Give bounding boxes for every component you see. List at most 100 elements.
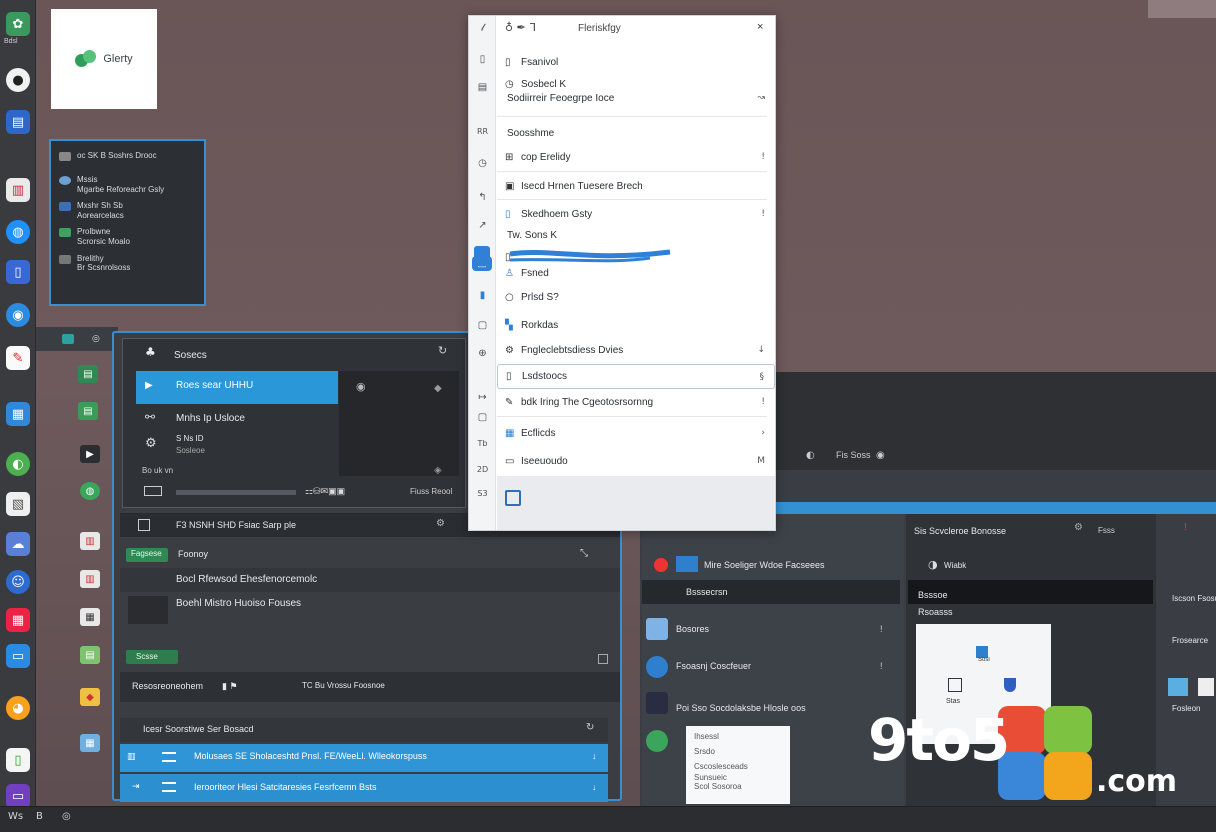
menu-item[interactable]: Sodiirreir Feoegrpe Ioce ↝ — [507, 90, 765, 106]
list-row[interactable]: Foonoy — [178, 549, 208, 559]
firefox-icon[interactable]: ◕ — [6, 696, 30, 720]
bluetooth-icon[interactable]: ◐ — [806, 450, 815, 461]
popover-item[interactable]: Srsdo — [694, 747, 782, 756]
close-icon[interactable]: × — [757, 21, 763, 33]
play-icon[interactable]: ▶ — [80, 445, 100, 463]
refresh-icon[interactable]: ↻ — [586, 722, 594, 733]
search-icon[interactable]: ⊕ — [475, 346, 490, 361]
terminal-icon[interactable]: ▭ — [6, 784, 30, 808]
eye-icon[interactable]: ◉ — [356, 380, 366, 393]
doc-icon[interactable]: ▢ — [475, 410, 490, 425]
menu-item[interactable]: ✎ bdk Iring The Cgeotosrsornng! — [505, 391, 765, 413]
row-label[interactable]: S Ns ID — [176, 434, 204, 443]
back-arrow-icon[interactable]: ↰ — [475, 190, 490, 205]
compass-icon[interactable]: ◉ — [6, 303, 30, 327]
popover-item[interactable]: Cscoslesceads — [694, 762, 782, 771]
menu-item[interactable]: ○ Prlsd S? — [505, 286, 765, 308]
pdf-icon[interactable]: ✎ — [6, 346, 30, 370]
flag-icon[interactable]: ▮ — [475, 288, 490, 303]
sheet-icon[interactable]: ▤ — [78, 402, 98, 420]
menu-item[interactable]: ▦ Ecflicds › — [505, 422, 765, 444]
settings-icon[interactable]: ◎ — [62, 811, 71, 822]
sheet-icon[interactable]: ▤ — [78, 365, 98, 383]
circle-icon[interactable]: ● — [6, 68, 30, 92]
text-icon[interactable]: RR — [475, 124, 490, 139]
app-icon[interactable] — [505, 490, 521, 506]
pen-icon[interactable]: 𝓁 — [475, 21, 490, 36]
settings-icon[interactable]: ⚙ — [1074, 522, 1083, 533]
file-icon[interactable]: ▯ — [6, 748, 30, 772]
menu-item-hovered[interactable]: ▯ Lsdstoocs § — [497, 364, 775, 389]
globe-icon[interactable]: ◍ — [6, 220, 30, 244]
menu-item[interactable]: ▯ Fsanivol — [505, 51, 765, 73]
sheet-icon[interactable]: ▤ — [80, 646, 100, 664]
menu-item[interactable]: ▚ Rorkdas — [505, 314, 765, 336]
settings-row[interactable]: Fsoasnj Coscfeuer — [676, 661, 751, 671]
menu-item[interactable]: ▯ Skedhoem Gsty! — [505, 203, 765, 225]
popover-item[interactable]: Scol Sosoroa — [694, 782, 782, 791]
chrome-icon[interactable]: ◐ — [6, 452, 30, 476]
more-icon[interactable]: ! — [880, 624, 883, 634]
globe-icon[interactable]: ◍ — [80, 482, 100, 500]
back-icon[interactable]: ◑ — [928, 558, 938, 571]
number-icon[interactable]: S3 — [475, 486, 490, 501]
document-icon[interactable]: ▤ — [6, 110, 30, 134]
chart-icon[interactable]: ▥ — [6, 178, 30, 202]
list-icon[interactable]: ▤ — [475, 80, 490, 95]
close-icon[interactable]: ! — [1184, 522, 1187, 533]
notification-panel[interactable]: oc SK B Soshrs Drooc Mssis Mgarbe Reforea… — [49, 139, 206, 306]
cloud-icon[interactable]: ☁ — [6, 532, 30, 556]
clock-icon[interactable]: ◷ — [475, 156, 490, 171]
doc-icon[interactable]: ▥ — [80, 570, 100, 588]
shield-icon[interactable]: ◉ — [876, 450, 885, 461]
menu-item[interactable]: ▭ Iseeuoudo M — [505, 450, 765, 472]
calendar-icon[interactable]: ▦ — [80, 734, 100, 752]
cursor-icon[interactable]: ↗ — [475, 218, 490, 233]
list-row[interactable]: Bocl Rfewsod Ehesfenorcemolc — [176, 574, 317, 585]
doc-icon[interactable]: ▥ — [80, 532, 100, 550]
media-icon[interactable]: ◆ — [80, 688, 100, 706]
popover-menu[interactable]: Ihsessl Srsdo Cscoslesceads Sunsueic Sco… — [686, 726, 790, 804]
taskbar-label[interactable]: B — [36, 811, 43, 822]
settings-row[interactable]: Poi Sso Socdolaksbe Hlosle oos — [676, 703, 886, 713]
text-icon[interactable]: Tb — [475, 436, 490, 451]
doc-icon[interactable]: ▯ — [475, 52, 490, 67]
window-icon[interactable]: ▦ — [6, 402, 30, 426]
refresh-icon[interactable]: ↻ — [438, 344, 447, 357]
list-row[interactable]: Boehl Mistro Huoiso Fouses — [176, 598, 301, 609]
panel-action[interactable]: Fsss — [1098, 526, 1115, 535]
resize-icon[interactable] — [598, 654, 608, 664]
chevron-icon[interactable]: ↓ — [592, 751, 597, 761]
menu-item[interactable]: ⊞ cop Erelidy! — [505, 146, 765, 168]
side-row[interactable]: Frosearce — [1172, 636, 1216, 645]
panel-row[interactable]: Rsoasss — [918, 607, 953, 617]
app-card[interactable]: Glerty — [51, 9, 157, 109]
leaf-icon[interactable]: ✿ — [6, 12, 30, 36]
context-menu[interactable]: 𝓁 ▯ ▤ RR ◷ ↰ ↗ ▤ ▮ ▢ ⊕ ↦ ▢ Tb 2D S3 ♁ ✒ … — [468, 15, 776, 531]
mail-icon[interactable]: ▭ — [6, 644, 30, 668]
window-tab[interactable] — [36, 327, 118, 351]
table-icon[interactable]: ▦ — [80, 608, 100, 626]
apps-icon[interactable]: ▦ — [6, 608, 30, 632]
arrow-right-icon[interactable]: ↦ — [475, 390, 490, 405]
image-icon[interactable]: ▧ — [6, 492, 30, 516]
menu-item[interactable]: ⚙ Fngleclebtsdiess Dvies ↓ — [505, 339, 765, 361]
options-icon[interactable]: ⚙ — [436, 518, 445, 529]
chevron-icon[interactable]: ↓ — [592, 782, 597, 792]
toolbar-icons[interactable]: ⚏⛁✉▣▣ — [305, 486, 345, 497]
row-label[interactable]: Mnhs Ip Usloce — [176, 413, 245, 424]
taskbar-label[interactable]: Ws — [8, 811, 23, 822]
menu-item[interactable]: ▣ Isecd Hrnen Tuesere Brech — [505, 175, 765, 197]
popover-item[interactable]: Sunsueic — [694, 773, 782, 782]
phone-icon[interactable]: ▯ — [6, 260, 30, 284]
expand-icon[interactable]: ⤡ — [580, 548, 588, 559]
doc-icon[interactable]: ▢ — [475, 318, 490, 333]
screen-icon[interactable] — [144, 486, 162, 496]
popover-item[interactable]: Ihsessl — [694, 732, 782, 741]
number-icon[interactable]: 2D — [475, 462, 490, 477]
more-icon[interactable]: ! — [880, 661, 883, 671]
side-row[interactable]: Iscson Fsosusmeca — [1172, 594, 1216, 603]
settings-row[interactable]: Bosores — [676, 624, 709, 634]
close-icon[interactable]: ◎ — [92, 334, 100, 344]
checkbox[interactable] — [138, 519, 150, 531]
